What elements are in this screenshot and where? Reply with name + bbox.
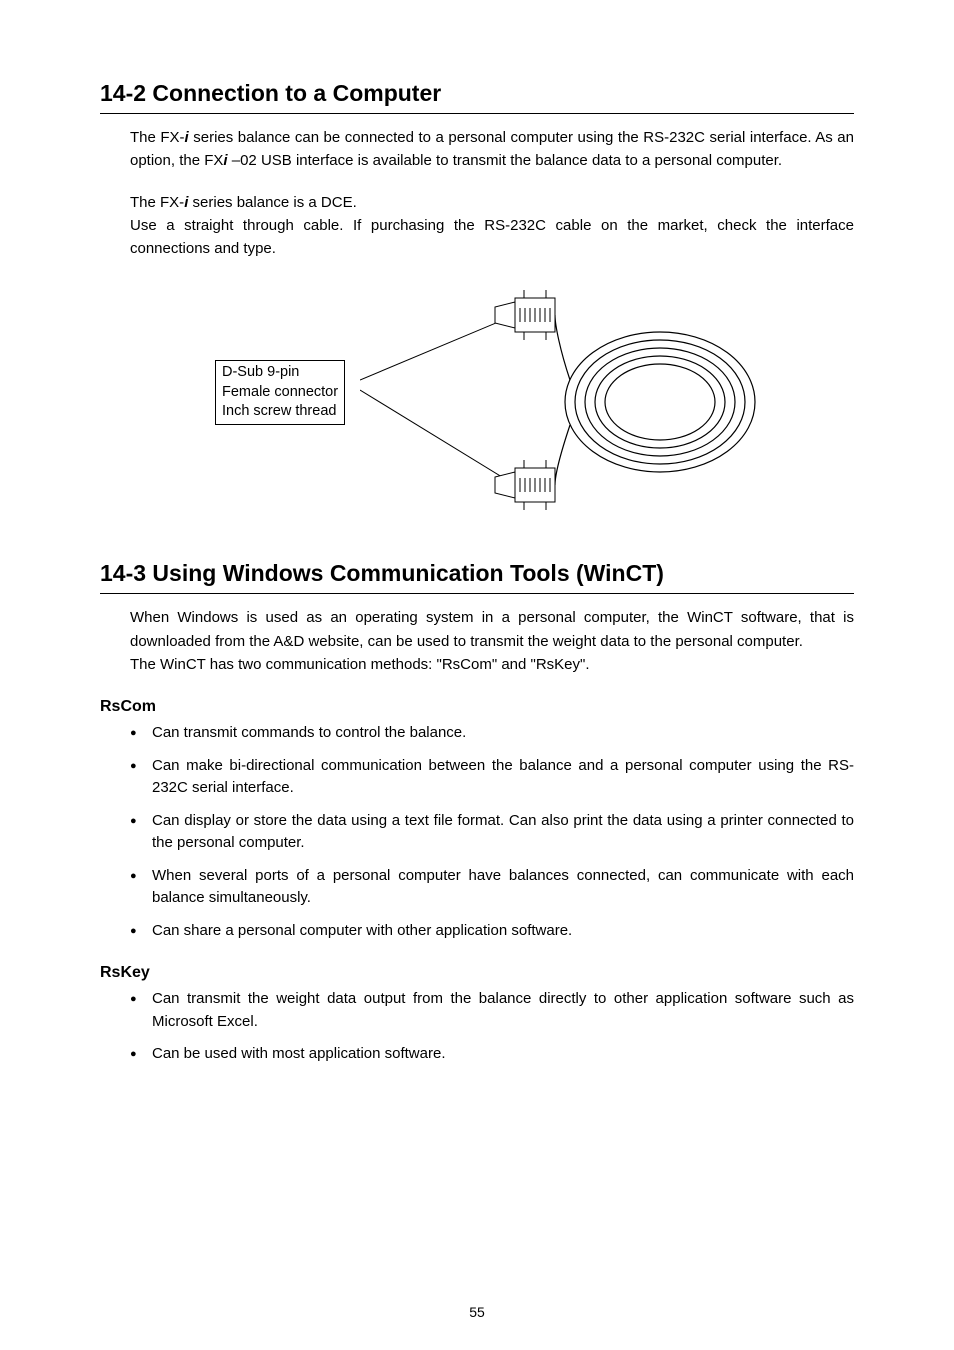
callout-line3: Inch screw thread — [222, 402, 338, 422]
heading-rule — [100, 113, 854, 114]
connector-callout: D-Sub 9-pin Female connector Inch screw … — [215, 360, 345, 425]
document-page: 14-2 Connection to a Computer The FX-i s… — [0, 0, 954, 1350]
text: The FX- — [130, 129, 185, 146]
cable-diagram-svg — [360, 290, 800, 520]
text: series balance is a DCE. — [188, 194, 356, 211]
callout-line1: D-Sub 9-pin — [222, 363, 338, 383]
list-item: Can transmit commands to control the bal… — [130, 722, 854, 745]
list-item: Can transmit the weight data output from… — [130, 988, 854, 1033]
rskey-heading: RsKey — [100, 964, 854, 982]
section-14-3-para1: When Windows is used as an operating sys… — [130, 606, 854, 653]
list-item: Can be used with most application softwa… — [130, 1043, 854, 1066]
section-14-3-heading: 14-3 Using Windows Communication Tools (… — [100, 560, 854, 589]
rskey-list: Can transmit the weight data output from… — [130, 988, 854, 1066]
list-item: When several ports of a personal compute… — [130, 865, 854, 910]
section-14-2-heading: 14-2 Connection to a Computer — [100, 80, 854, 109]
page-number: 55 — [0, 1304, 954, 1320]
section-14-2-para2: The FX-i series balance is a DCE. — [130, 191, 854, 214]
list-item: Can make bi-directional communication be… — [130, 755, 854, 800]
cable-figure: D-Sub 9-pin Female connector Inch screw … — [100, 290, 854, 520]
text: The FX- — [130, 194, 184, 211]
section-14-3-para2: The WinCT has two communication methods:… — [130, 653, 854, 676]
section-14-2-para1: The FX-i series balance can be connected… — [130, 126, 854, 173]
rscom-list: Can transmit commands to control the bal… — [130, 722, 854, 942]
list-item: Can share a personal computer with other… — [130, 920, 854, 943]
list-item: Can display or store the data using a te… — [130, 810, 854, 855]
text: –02 USB interface is available to transm… — [228, 152, 783, 169]
callout-line2: Female connector — [222, 383, 338, 403]
rscom-heading: RsCom — [100, 698, 854, 716]
section-14-2-para3: Use a straight through cable. If purchas… — [130, 214, 854, 261]
heading-rule — [100, 593, 854, 594]
